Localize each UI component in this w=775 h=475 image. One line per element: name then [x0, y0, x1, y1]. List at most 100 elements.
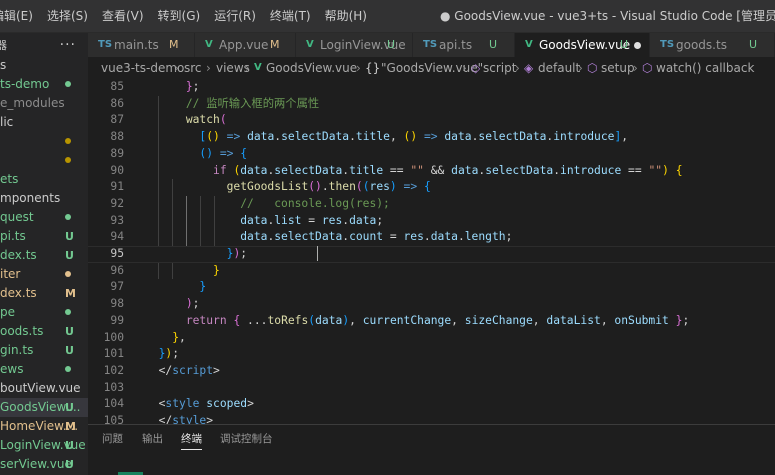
code-line: 89 () => {	[88, 146, 775, 163]
menu-item[interactable]: 编辑(E)	[0, 0, 40, 33]
file-tree-label: boutView.vue	[0, 381, 81, 395]
editor-tab[interactable]: TS api.ts U	[413, 33, 515, 57]
file-tree-item[interactable]: GoodsView.... U	[0, 398, 88, 417]
breadcrumb-default[interactable]: default	[538, 57, 580, 79]
file-tree-item[interactable]: gin.ts U	[0, 341, 88, 360]
code-token: >	[247, 397, 254, 411]
code-token: res	[403, 230, 424, 244]
menu-item[interactable]: 查看(V)	[95, 0, 151, 33]
git-status-badge: U	[65, 230, 74, 243]
file-tree-label: gin.ts	[0, 343, 34, 357]
code-line: 91 getGoodsList().then((res) => {	[88, 179, 775, 196]
code-token: list	[274, 213, 302, 227]
code-token: =	[301, 213, 322, 227]
menu-item[interactable]: 帮助(H)	[318, 0, 374, 33]
code-token: (	[362, 180, 370, 194]
line-number: 102	[103, 363, 124, 377]
file-tree-item[interactable]	[0, 132, 88, 151]
breadcrumb-folder[interactable]: src	[184, 57, 202, 79]
menu-item[interactable]: 选择(S)	[40, 0, 95, 33]
unsaved-dot-icon[interactable]	[634, 42, 641, 49]
git-status-badge: U	[65, 439, 74, 452]
code-token: =>	[219, 130, 248, 144]
code-editor[interactable]: 85 }; 86 // 监听输入框的两个属性 87 watch(88 [() => …	[88, 79, 775, 424]
file-tree-item[interactable]: HomeView.... M	[0, 417, 88, 436]
code-token: =>	[396, 180, 424, 194]
code-token: return	[185, 313, 227, 327]
file-tree-item[interactable]: quest	[0, 208, 88, 227]
file-tree-item[interactable]: s	[0, 56, 88, 75]
code-token: </	[158, 414, 173, 424]
line-number: 98	[110, 297, 124, 311]
file-tree-item[interactable]: e_modules	[0, 94, 88, 113]
chevron-right-icon: ›	[245, 61, 250, 75]
code-line: 85 };	[88, 79, 775, 96]
breadcrumb-object[interactable]: "GoodsView.vue"	[381, 57, 483, 79]
menu-item[interactable]: 终端(T)	[263, 0, 318, 33]
breadcrumb-folder[interactable]: vue3-ts-demo	[101, 57, 184, 79]
code-token: data	[240, 213, 268, 227]
breadcrumb-file[interactable]: GoodsView.vue	[266, 57, 357, 79]
editor-tab[interactable]: V GoodsView.vue U	[515, 33, 650, 57]
panel-tab-debug-console[interactable]: 调试控制台	[220, 431, 273, 446]
file-tree-item[interactable]: mponents	[0, 189, 88, 208]
panel-tab-problems[interactable]: 问题	[102, 431, 123, 446]
modified-dot-icon	[65, 214, 71, 220]
file-tree-item[interactable]: ews	[0, 360, 88, 379]
menu-item[interactable]: 转到(G)	[151, 0, 208, 33]
file-tree-item[interactable]: dex.ts M	[0, 284, 88, 303]
file-tree-item[interactable]: pe	[0, 303, 88, 322]
code-line: 103	[88, 380, 775, 397]
file-tree-item[interactable]: lic	[0, 113, 88, 132]
line-number: 85	[110, 80, 124, 93]
code-text: data.list = res.data;	[145, 213, 383, 230]
menu-item[interactable]: 运行(R)	[207, 0, 263, 33]
more-actions-icon[interactable]: ···	[60, 37, 76, 53]
line-number: 99	[110, 313, 124, 327]
file-tree-item[interactable]: pi.ts U	[0, 227, 88, 246]
code-token: then	[328, 180, 356, 194]
panel-tab-output[interactable]: 输出	[142, 431, 163, 446]
editor-tab[interactable]: TS main.ts M	[88, 33, 195, 57]
file-tree-item[interactable]: iter	[0, 265, 88, 284]
code-token: ;	[172, 347, 180, 361]
code-token: }	[185, 80, 193, 93]
code-token: ""	[410, 163, 424, 177]
chevron-right-icon: ›	[206, 61, 211, 75]
editor-tab[interactable]: V App.vue M	[195, 33, 296, 57]
file-tree-item[interactable]: dex.ts U	[0, 246, 88, 265]
code-text: );	[145, 296, 200, 313]
git-status-badge: U	[387, 38, 396, 51]
file-tree-item[interactable]: ts-demo	[0, 75, 88, 94]
file-tree-label: ets	[0, 172, 19, 186]
git-status-badge: U	[620, 38, 629, 51]
file-tree-item[interactable]: serView.vue U	[0, 455, 88, 474]
breadcrumb-script[interactable]: script	[483, 57, 516, 79]
code-line: 105 </style>	[88, 413, 775, 424]
file-tree-label: pi.ts	[0, 229, 26, 243]
code-token: introduce	[560, 163, 622, 177]
editor-tab[interactable]: TS goods.ts U	[650, 33, 775, 57]
file-tree-item[interactable]: ets	[0, 170, 88, 189]
file-tree-label: ts-demo	[0, 77, 50, 91]
file-tree-item[interactable]: LoginView.vue U	[0, 436, 88, 455]
breadcrumb-setup[interactable]: setup	[601, 57, 635, 79]
panel-tab-terminal[interactable]: 终端	[181, 431, 202, 450]
file-tree-item[interactable]: oods.ts U	[0, 322, 88, 341]
code-token: toRefs	[267, 313, 309, 327]
file-tree-item[interactable]: boutView.vue	[0, 379, 88, 398]
line-number: 95	[110, 247, 124, 260]
file-tree-item[interactable]	[0, 151, 88, 170]
modified-dot-icon	[65, 81, 71, 87]
line-number: 90	[110, 163, 124, 177]
editor-tab[interactable]: V LoginView.vue U	[296, 33, 413, 57]
breadcrumb-watch[interactable]: watch() callback	[656, 57, 754, 79]
code-token: getGoodsList	[226, 180, 309, 194]
line-number: 92	[110, 196, 124, 210]
code-token: </	[158, 363, 173, 377]
code-text: });	[145, 346, 179, 363]
